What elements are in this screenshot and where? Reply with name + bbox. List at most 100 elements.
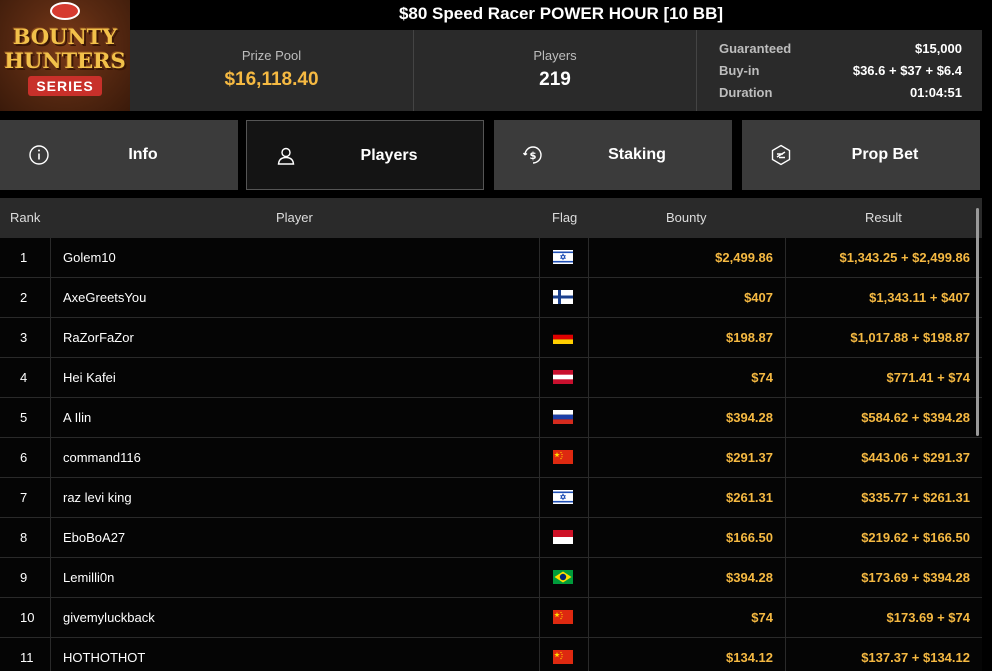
- buyin-value: $36.6 + $37 + $6.4: [852, 63, 962, 78]
- bounty-cell: $134.12: [588, 638, 785, 671]
- prize-pool-value: $16,118.40: [224, 69, 319, 90]
- table-row[interactable]: 8 EboBoA27 $166.50 $219.62 + $166.50: [0, 518, 982, 558]
- players-table: Rank Player Flag Bounty Result 1 Golem10 $…: [0, 198, 982, 671]
- duration-label: Duration: [719, 85, 773, 100]
- bounty-cell: $166.50: [588, 518, 785, 557]
- prize-pool-label: Prize Pool: [241, 48, 302, 63]
- players-count: Players 219: [413, 30, 696, 111]
- austria-flag-icon: [553, 370, 573, 384]
- rank-cell: 5: [20, 410, 28, 425]
- bounty-cell: $198.87: [588, 318, 785, 357]
- table-row[interactable]: 5 A Ilin $394.28 $584.62 + $394.28: [0, 398, 982, 438]
- header-rank[interactable]: Rank: [10, 198, 40, 238]
- tab-info-label: Info: [128, 146, 158, 163]
- flag-cell: [539, 358, 588, 397]
- duration-row: Duration 01:04:51: [719, 84, 962, 106]
- flag-cell: [539, 278, 588, 317]
- flag-cell: [539, 558, 588, 597]
- player-cell[interactable]: Golem10: [50, 238, 539, 277]
- flag-cell: [539, 478, 588, 517]
- table-row[interactable]: 11 HOTHOTHOT $134.12 $137.37 + $134.12: [0, 638, 982, 671]
- rank-cell: 6: [20, 450, 28, 465]
- prize-pool: Prize Pool $16,118.40: [130, 30, 413, 111]
- china-flag-icon: [553, 610, 573, 624]
- players-label: Players: [533, 48, 577, 63]
- flag-cell: [539, 318, 588, 357]
- table-body: 1 Golem10 $2,499.86 $1,343.25 + $2,499.86 2 A…: [0, 238, 982, 671]
- table-row[interactable]: 2 AxeGreetsYou $407 $1,343.11 + $407: [0, 278, 982, 318]
- player-cell[interactable]: Hei Kafei: [50, 358, 539, 397]
- table-row[interactable]: 1 Golem10 $2,499.86 $1,343.25 + $2,499.86: [0, 238, 982, 278]
- player-cell[interactable]: command116: [50, 438, 539, 477]
- result-cell: $335.77 + $261.31: [785, 478, 982, 517]
- bounty-hunters-logo: BOUNTY HUNTERS SERIES: [0, 0, 130, 111]
- result-cell: $137.37 + $134.12: [785, 638, 982, 671]
- flag-cell: [539, 238, 588, 277]
- logo-line-2: HUNTERS: [4, 48, 126, 73]
- player-cell[interactable]: givemyluckback: [50, 598, 539, 637]
- player-cell[interactable]: A Ilin: [50, 398, 539, 437]
- tab-prop-bet[interactable]: Prop Bet: [742, 120, 980, 190]
- result-cell: $1,343.11 + $407: [785, 278, 982, 317]
- result-cell: $219.62 + $166.50: [785, 518, 982, 557]
- bounty-cell: $261.31: [588, 478, 785, 517]
- player-cell[interactable]: HOTHOTHOT: [50, 638, 539, 671]
- flag-cell: [539, 598, 588, 637]
- player-cell[interactable]: AxeGreetsYou: [50, 278, 539, 317]
- bounty-cell: $74: [588, 598, 785, 637]
- rank-cell: 1: [20, 250, 28, 265]
- result-cell: $1,343.25 + $2,499.86: [785, 238, 982, 277]
- header-result[interactable]: Result: [865, 198, 902, 238]
- table-row[interactable]: 6 command116 $291.37 $443.06 + $291.37: [0, 438, 982, 478]
- bounty-cell: $291.37: [588, 438, 785, 477]
- player-cell[interactable]: RaZorFaZor: [50, 318, 539, 357]
- table-row[interactable]: 9 Lemilli0n $394.28 $173.69 + $394.28: [0, 558, 982, 598]
- player-cell[interactable]: EboBoA27: [50, 518, 539, 557]
- tab-bar: Info Players $ Staking Prop Bet: [0, 120, 992, 190]
- tournament-details: Guaranteed $15,000 Buy-in $36.6 + $37 + …: [696, 30, 982, 111]
- china-flag-icon: [553, 650, 573, 664]
- header-flag[interactable]: Flag: [552, 198, 577, 238]
- bounty-cell: $394.28: [588, 558, 785, 597]
- result-cell: $1,017.88 + $198.87: [785, 318, 982, 357]
- finland-flag-icon: [553, 290, 573, 304]
- china-flag-icon: [553, 450, 573, 464]
- tab-players[interactable]: Players: [246, 120, 484, 190]
- table-row[interactable]: 3 RaZorFaZor $198.87 $1,017.88 + $198.87: [0, 318, 982, 358]
- flag-cell: [539, 518, 588, 557]
- table-row[interactable]: 10 givemyluckback $74 $173.69 + $74: [0, 598, 982, 638]
- guaranteed-label: Guaranteed: [719, 41, 792, 56]
- rank-cell: 8: [20, 530, 28, 545]
- buyin-label: Buy-in: [719, 63, 760, 78]
- tab-staking[interactable]: $ Staking: [494, 120, 732, 190]
- israel-flag-icon: [553, 490, 573, 504]
- rank-cell: 10: [20, 610, 35, 625]
- tab-prop-bet-label: Prop Bet: [851, 146, 919, 163]
- tab-players-label: Players: [360, 147, 418, 164]
- players-value: 219: [539, 69, 571, 90]
- guaranteed-row: Guaranteed $15,000: [719, 40, 962, 62]
- table-header: Rank Player Flag Bounty Result: [0, 198, 982, 238]
- header-bounty[interactable]: Bounty: [666, 198, 706, 238]
- tab-staking-label: Staking: [608, 146, 666, 163]
- tab-info[interactable]: Info: [0, 120, 238, 190]
- bounty-cell: $74: [588, 358, 785, 397]
- player-cell[interactable]: Lemilli0n: [50, 558, 539, 597]
- scrollbar-thumb[interactable]: [976, 208, 979, 436]
- logo-line-1: BOUNTY: [12, 24, 118, 49]
- buyin-row: Buy-in $36.6 + $37 + $6.4: [719, 62, 962, 84]
- indonesia-flag-icon: [553, 530, 573, 544]
- result-cell: $584.62 + $394.28: [785, 398, 982, 437]
- duration-value: 01:04:51: [909, 85, 962, 100]
- player-cell[interactable]: raz levi king: [50, 478, 539, 517]
- header-player[interactable]: Player: [276, 198, 313, 238]
- table-row[interactable]: 7 raz levi king $261.31 $335.77 + $261.31: [0, 478, 982, 518]
- table-row[interactable]: 4 Hei Kafei $74 $771.41 + $74: [0, 358, 982, 398]
- bounty-cell: $2,499.86: [588, 238, 785, 277]
- rank-cell: 7: [20, 490, 28, 505]
- rank-cell: 3: [20, 330, 28, 345]
- rank-cell: 11: [20, 650, 34, 665]
- germany-flag-icon: [553, 330, 573, 344]
- guaranteed-value: $15,000: [915, 41, 962, 56]
- rank-cell: 2: [20, 290, 28, 305]
